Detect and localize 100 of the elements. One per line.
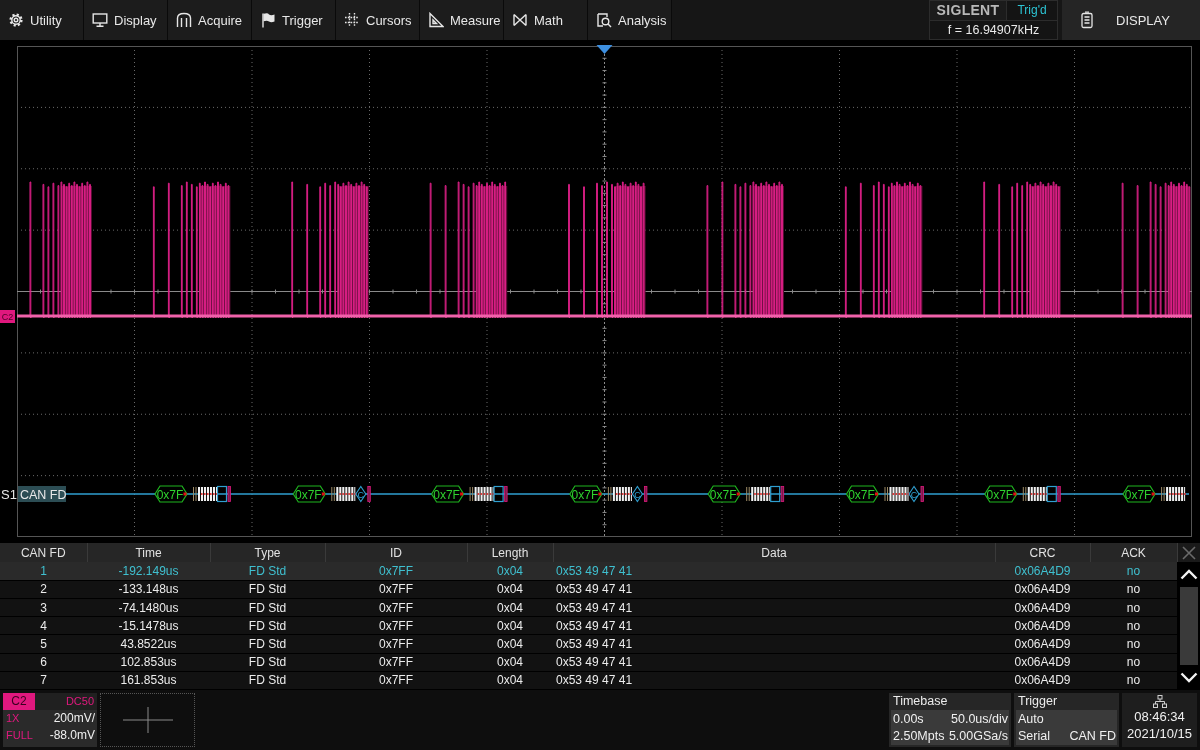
- menu-button[interactable]: Acquire: [168, 0, 252, 40]
- network-icon: [1152, 695, 1167, 708]
- column-header: ACK: [1090, 543, 1177, 562]
- data-field-icon: [193, 487, 218, 501]
- crosshair-icon: [122, 707, 173, 733]
- frame-id: 0x7F: [707, 485, 741, 503]
- column-header: Type: [210, 543, 325, 562]
- trigger-source: CAN FD: [1069, 727, 1116, 745]
- frame-end-icon: [504, 486, 508, 502]
- column-header: Data: [553, 543, 995, 562]
- table-cell: no: [1090, 562, 1177, 581]
- table-row[interactable]: 5 43.8522us FD Std 0x7FF 0x04 0x53 49 47 41 0x06A4D9 no: [0, 634, 1177, 653]
- brand-logo: SIGLENT: [930, 1, 1007, 20]
- chevron-up-icon: [1179, 569, 1198, 580]
- data-field-icon: [1022, 487, 1048, 501]
- data-field-icon: [746, 487, 771, 501]
- crc-field-icon: [493, 485, 504, 503]
- flag-icon: [260, 12, 276, 28]
- table-cell: FD Std: [210, 562, 325, 581]
- crc-field-icon: [1046, 485, 1057, 503]
- menu-button[interactable]: Measure: [420, 0, 504, 40]
- crc-label: C: [355, 485, 367, 503]
- table-row[interactable]: 4 -15.1478us FD Std 0x7FF 0x04 0x53 49 47 41 0x06A4D9 no: [0, 616, 1177, 635]
- table-cell: 1: [0, 562, 87, 581]
- frame-id: 0x7F: [430, 485, 465, 503]
- crc-label: C: [631, 485, 644, 503]
- trigger-panel[interactable]: Trigger Auto Serial CAN FD: [1014, 693, 1119, 747]
- menu-button[interactable]: Analysis: [588, 0, 672, 40]
- timebase-scale: 50.0us/div: [951, 710, 1008, 728]
- frame-end-icon: [227, 486, 231, 502]
- column-header: CAN FD: [0, 543, 87, 562]
- crossed-m-icon: [512, 12, 528, 28]
- memory-depth: 2.50Mpts: [893, 727, 945, 745]
- crc-label: C: [908, 485, 920, 503]
- monitor-icon: [92, 12, 108, 28]
- data-field-icon: [607, 487, 633, 501]
- display-button[interactable]: DISPLAY: [1062, 0, 1200, 40]
- menu-button[interactable]: Math: [504, 0, 588, 40]
- gear-icon: [8, 12, 24, 28]
- timebase-delay: 0.00s: [893, 710, 924, 728]
- table-row[interactable]: 2 -133.148us FD Std 0x7FF 0x04 0x53 49 47 41 0x06A4D9 no: [0, 580, 1177, 599]
- column-header: Length: [467, 543, 553, 562]
- channel-name: C2: [3, 693, 35, 710]
- trigger-mode: Auto: [1018, 710, 1044, 728]
- menu-button[interactable]: Trigger: [252, 0, 336, 40]
- trigger-type: Serial: [1018, 727, 1050, 745]
- chevron-down-icon: [1179, 672, 1198, 683]
- table-row[interactable]: 3 -74.1480us FD Std 0x7FF 0x04 0x53 49 47 41 0x06A4D9 no: [0, 598, 1177, 617]
- clock-date: 2021/10/15: [1126, 725, 1193, 742]
- column-header: CRC: [995, 543, 1090, 562]
- clock-time: 08:46:34: [1134, 708, 1185, 725]
- data-field-icon: [469, 487, 495, 501]
- data-field-icon: [331, 487, 356, 501]
- clipboard-icon: [1080, 11, 1094, 29]
- bandwidth-label: FULL: [6, 728, 33, 743]
- panel-title: Timebase: [892, 693, 949, 710]
- column-header: ID: [325, 543, 467, 562]
- frame-id: 0x7F: [569, 485, 603, 503]
- frame-end-icon: [780, 486, 785, 502]
- probe-label: 1X: [6, 711, 20, 726]
- table-row[interactable]: 7 161.853us FD Std 0x7FF 0x04 0x53 49 47 41 0x06A4D9 no: [0, 671, 1177, 690]
- close-icon: [1181, 545, 1196, 560]
- data-field-icon: [1161, 487, 1186, 501]
- timebase-panel[interactable]: Timebase 0.00s 50.0us/div 2.50Mpts 5.00GSa/s: [889, 693, 1011, 747]
- table-row[interactable]: 6 102.853us FD Std 0x7FF 0x04 0x53 49 47 41 0x06A4D9 no: [0, 653, 1177, 672]
- coupling-label: DC50: [64, 694, 95, 709]
- table-cell: 0x04: [467, 562, 553, 581]
- frame-end-icon: [367, 486, 371, 502]
- frame-end-icon: [1057, 486, 1061, 502]
- sample-rate: 5.00GSa/s: [948, 727, 1008, 745]
- table-cell: 0x06A4D9: [995, 562, 1090, 581]
- menu-button[interactable]: Display: [84, 0, 168, 40]
- frame-id: 0x7F: [154, 485, 188, 503]
- menu-button[interactable]: Utility: [0, 0, 84, 40]
- frame-id: 0x7F: [984, 485, 1018, 503]
- trigger-status: Trig'd: [1016, 2, 1048, 19]
- table-row[interactable]: 1 -192.149us FD Std 0x7FF 0x04 0x53 49 47 41 0x06A4D9 no: [0, 562, 1177, 581]
- vertical-scale: 200mV/: [53, 710, 95, 727]
- vertical-offset: -88.0mV: [49, 727, 95, 744]
- table-cell: 0x53 49 47 41: [553, 562, 995, 581]
- column-header: Time: [87, 543, 210, 562]
- frame-id: 0x7F: [1122, 485, 1156, 503]
- frame-id: 0x7F: [292, 485, 326, 503]
- channel-panel[interactable]: C2 DC50 1X 200mV/ FULL -88.0mV: [3, 693, 97, 747]
- crc-field-icon: [770, 485, 781, 503]
- menu-button[interactable]: Cursors: [336, 0, 420, 40]
- crc-field-icon: [216, 485, 228, 503]
- bus-label: S1: [1, 487, 17, 502]
- arch-icon: [176, 12, 192, 28]
- table-cell: -192.149us: [87, 562, 210, 581]
- frame-end-icon: [920, 486, 924, 502]
- panel-title: Trigger: [1017, 693, 1059, 710]
- frame-id: 0x7F: [845, 485, 880, 503]
- trigger-position-icon: [596, 45, 613, 54]
- empty-channel-slot[interactable]: [100, 693, 195, 747]
- protocol-label: CAN FD: [18, 486, 67, 502]
- table-cell: 0x7FF: [325, 562, 467, 581]
- frame-end-icon: [644, 486, 648, 502]
- grid-icon: [344, 12, 360, 28]
- document-search-icon: [596, 12, 612, 28]
